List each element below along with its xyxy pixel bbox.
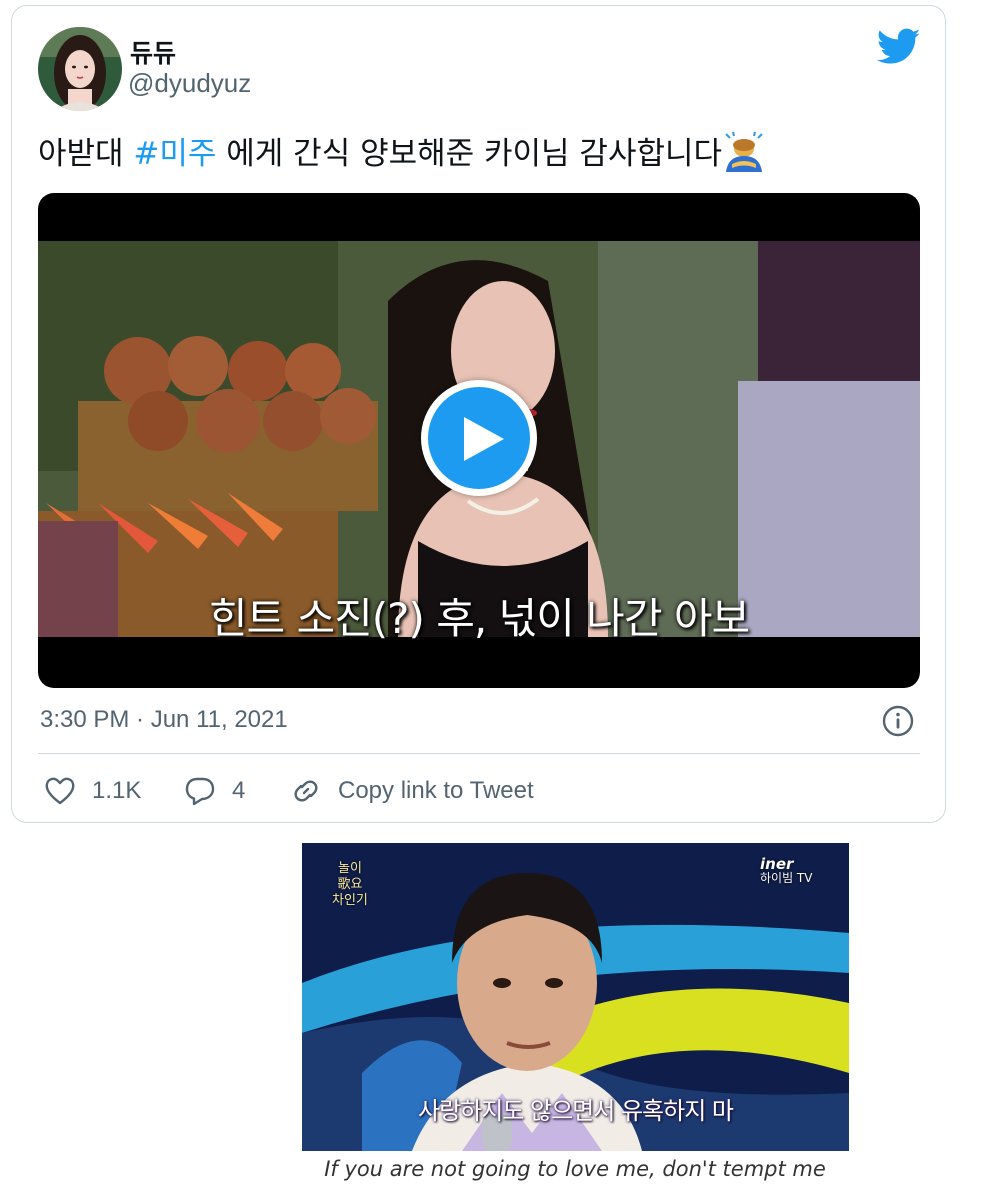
display-name[interactable]: 듀듀 <box>130 34 176 70</box>
logo-left-line2: 歌요 <box>337 877 363 892</box>
meme-subtitle: 사랑하지도 않으면서 유혹하지 마 <box>417 1097 734 1125</box>
play-icon <box>464 417 504 461</box>
video-player[interactable]: 힌트 소진(?) 후, 넋이 나간 아보 <box>38 193 920 688</box>
logo-left-line3: 차인기 <box>332 893 368 908</box>
copy-link-label: Copy link to Tweet <box>338 777 534 804</box>
copy-link-action[interactable]: Copy link to Tweet <box>290 774 534 808</box>
tv-logo-left: 놀이 歌요 차인기 <box>332 861 368 909</box>
avatar[interactable] <box>38 27 122 111</box>
hashtag-link[interactable]: #미주 <box>133 136 216 172</box>
person-bowing-emoji <box>722 131 766 172</box>
tweet-text: 아받대 #미주 에게 간식 양보해준 카이님 감사합니다 <box>38 131 766 174</box>
divider <box>38 753 920 754</box>
logo-left-line1: 놀이 <box>337 861 362 876</box>
video-subtitle: 힌트 소진(?) 후, 넋이 나간 아보 <box>208 594 750 643</box>
reply-count: 4 <box>232 777 246 804</box>
heart-icon <box>45 777 75 805</box>
logo-right-line1: iner <box>760 855 794 873</box>
tv-logo-right: iner 하이빔 TV <box>760 855 813 886</box>
tweet-timestamp[interactable]: 3:30 PM · Jun 11, 2021 <box>40 706 288 734</box>
info-icon[interactable] <box>882 705 914 737</box>
like-count: 1.1K <box>92 777 142 804</box>
meme-caption: If you are not going to love me, don't t… <box>324 1157 826 1181</box>
reply-bubble-icon <box>185 777 215 806</box>
handle[interactable]: @dyudyuz <box>128 68 251 99</box>
play-button[interactable] <box>421 380 537 496</box>
logo-right-line2: 하이빔 TV <box>760 871 813 885</box>
reply-action[interactable]: 4 <box>184 774 245 808</box>
tweet-text-before: 아받대 <box>38 136 134 172</box>
twitter-bird-icon[interactable] <box>877 28 921 66</box>
like-action[interactable]: 1.1K <box>44 774 141 808</box>
meme-image: 놀이 歌요 차인기 iner 하이빔 TV 사랑하지도 않으면서 유혹하지 마 <box>302 843 849 1151</box>
tweet-text-after: 에게 간식 양보해준 카이님 감사합니다 <box>216 136 723 172</box>
link-icon <box>294 780 318 802</box>
